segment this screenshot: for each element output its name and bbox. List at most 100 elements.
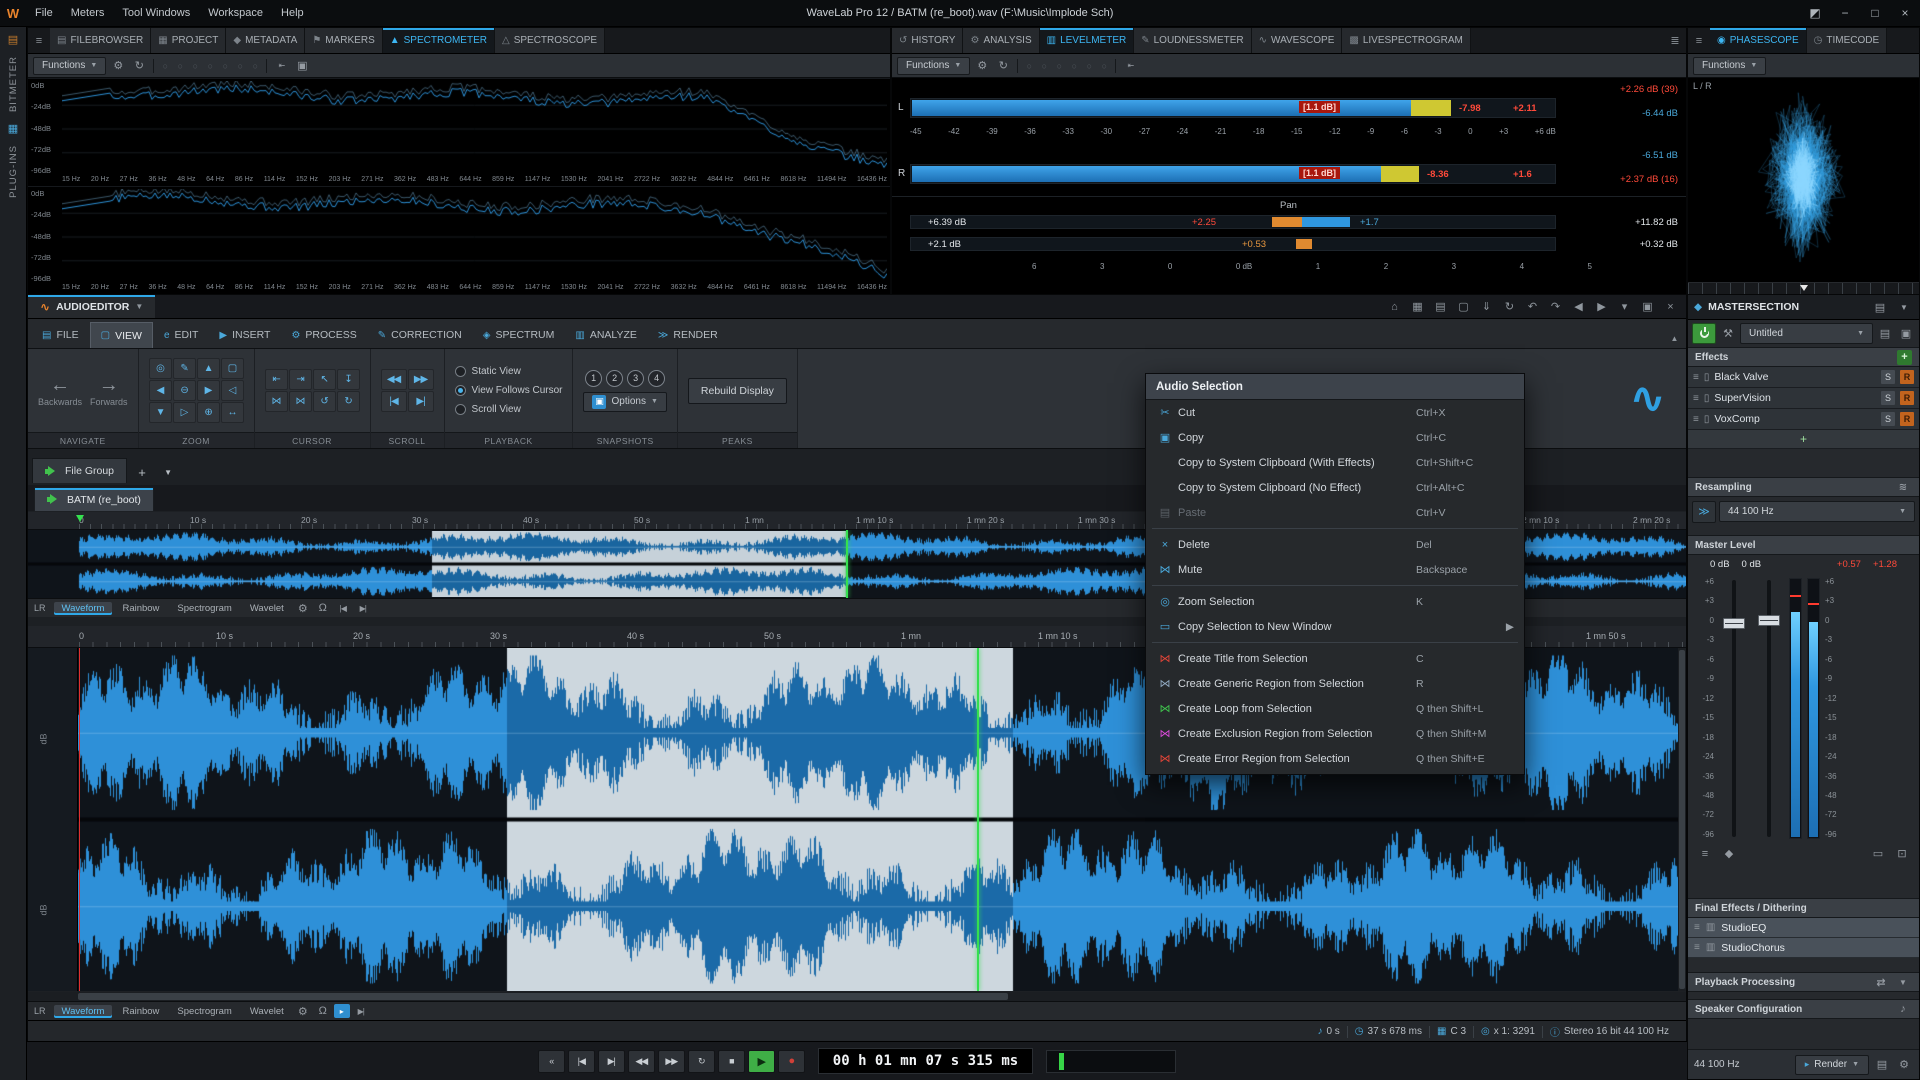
- triangle-down-icon[interactable]: ▼: [149, 402, 172, 423]
- menu-item-cut[interactable]: ✂CutCtrl+X: [1146, 400, 1524, 425]
- insert-icon[interactable]: ⇄: [1872, 973, 1890, 991]
- rebuild-display-button[interactable]: Rebuild Display: [688, 378, 787, 404]
- speaker-icon[interactable]: ♪: [1894, 1000, 1912, 1018]
- tab-view[interactable]: ▢VIEW: [90, 322, 153, 348]
- resample-icon[interactable]: ≋: [1894, 478, 1912, 496]
- file-position-indicator[interactable]: [1046, 1050, 1176, 1073]
- menu-icon[interactable]: ≡: [1696, 845, 1714, 863]
- tab-phasescope[interactable]: ◉PHASESCOPE: [1710, 28, 1807, 53]
- close-icon[interactable]: ×: [1890, 0, 1920, 26]
- menu-item-create-title-from-selection[interactable]: ⋈Create Title from SelectionC: [1146, 646, 1524, 671]
- refresh-icon[interactable]: ↻: [994, 57, 1012, 75]
- undo-icon[interactable]: ↶: [1521, 297, 1544, 317]
- menu-item-copy-to-system-clipboard-no-effect[interactable]: Copy to System Clipboard (No Effect)Ctrl…: [1146, 475, 1524, 500]
- fader-handle[interactable]: [1723, 618, 1745, 629]
- save-icon[interactable]: ⇓: [1475, 297, 1498, 317]
- go-end-button[interactable]: ▶|: [598, 1050, 625, 1073]
- nav-forward-icon[interactable]: ▶: [1590, 297, 1613, 317]
- tab-analysis[interactable]: ⚙ANALYSIS: [963, 28, 1039, 53]
- rewind-button[interactable]: ◀◀: [628, 1050, 655, 1073]
- forwards-button[interactable]: → Forwards: [90, 375, 128, 407]
- monitor-icon[interactable]: ▭: [1869, 845, 1887, 863]
- meter-option-icon[interactable]: ○: [1053, 61, 1065, 71]
- horizontal-scrollbar[interactable]: [28, 992, 1686, 1001]
- triangle-left-icon[interactable]: ◁: [221, 380, 244, 401]
- loop-ccw-icon[interactable]: ↺: [313, 391, 336, 412]
- bypass-button[interactable]: R: [1900, 391, 1914, 405]
- bowtie-icon[interactable]: ⋈: [265, 391, 288, 412]
- meter-option-icon[interactable]: ○: [189, 61, 201, 71]
- record-button[interactable]: ●: [778, 1050, 805, 1073]
- bypass-button[interactable]: R: [1900, 412, 1914, 426]
- menu-item-create-exclusion-region-from-selection[interactable]: ⋈Create Exclusion Region from SelectionQ…: [1146, 721, 1524, 746]
- final-effect-slot-studioeq[interactable]: ≡▥StudioEQ: [1688, 918, 1919, 938]
- tab-file[interactable]: ▤FILE: [32, 322, 89, 348]
- menu-item-copy-to-system-clipboard-with-effects[interactable]: Copy to System Clipboard (With Effects)C…: [1146, 450, 1524, 475]
- menu-file[interactable]: File: [26, 0, 62, 26]
- tab-markers[interactable]: ⚑MARKERS: [305, 28, 382, 53]
- vertical-scrollbar[interactable]: [1678, 648, 1686, 991]
- layout-icon[interactable]: ▤: [1871, 298, 1889, 316]
- wrench-icon[interactable]: ⚒: [1719, 325, 1737, 343]
- menu-item-copy[interactable]: ▣CopyCtrl+C: [1146, 425, 1524, 450]
- radio-scroll-view[interactable]: Scroll View: [455, 402, 563, 417]
- tab-analyze[interactable]: ▥ANALYZE: [565, 322, 647, 348]
- tab-render[interactable]: ≫RENDER: [648, 322, 728, 348]
- skip-end-icon[interactable]: ▶|: [352, 1002, 370, 1020]
- step-back-icon[interactable]: ⇤: [265, 369, 288, 390]
- bypass-button[interactable]: R: [1900, 370, 1914, 384]
- snapshot-1-button[interactable]: 1: [585, 370, 602, 387]
- solo-button[interactable]: S: [1881, 391, 1895, 405]
- meter-option-icon[interactable]: ○: [1083, 61, 1095, 71]
- loop-button[interactable]: ↻: [688, 1050, 715, 1073]
- maximize-icon[interactable]: □: [1860, 0, 1890, 26]
- effect-slot-voxcomp[interactable]: ≡▯VoxCompSR: [1688, 409, 1919, 430]
- cursor-icon[interactable]: ↖: [313, 369, 336, 390]
- tab-filebrowser[interactable]: ▤FILEBROWSER: [50, 28, 151, 53]
- menu-item-create-error-region-from-selection[interactable]: ⋈Create Error Region from SelectionQ the…: [1146, 746, 1524, 771]
- magnifier-minus-icon[interactable]: ⊖: [173, 380, 196, 401]
- master-fader-right[interactable]: [1754, 578, 1784, 839]
- radio-view-follows-cursor[interactable]: View Follows Cursor: [455, 383, 563, 398]
- playback-start-marker[interactable]: [76, 515, 84, 522]
- collapse-ribbon-icon[interactable]: ▲: [1663, 328, 1686, 348]
- expand-icon[interactable]: ↔: [221, 402, 244, 423]
- float-panel-icon[interactable]: ▣: [1636, 297, 1659, 317]
- view-tab-waveform[interactable]: Waveform: [54, 1005, 113, 1018]
- skip-end-icon[interactable]: ▶|: [408, 391, 434, 412]
- layout-grid-icon[interactable]: ▦: [1406, 297, 1429, 317]
- panel-menu-icon[interactable]: ≡: [28, 28, 50, 53]
- tab-audioeditor[interactable]: ∿ AUDIOEDITOR ▼: [28, 295, 155, 318]
- folder-icon[interactable]: ▤: [8, 33, 18, 46]
- pencil-icon[interactable]: ✎: [173, 358, 196, 379]
- final-effect-slot-studiochorus[interactable]: ≡▥StudioChorus: [1688, 938, 1919, 958]
- chevron-down-icon[interactable]: ▼: [157, 461, 179, 483]
- tab-correction[interactable]: ✎CORRECTION: [368, 322, 472, 348]
- tab-spectrometer[interactable]: ▲SPECTROMETER: [383, 28, 495, 53]
- magnet-icon[interactable]: Ω: [314, 1002, 332, 1020]
- tab-metadata[interactable]: ◆METADATA: [226, 28, 305, 53]
- triangle-up-icon[interactable]: ▲: [197, 358, 220, 379]
- monitor-file-icon[interactable]: ▤: [1873, 1056, 1891, 1074]
- render-button[interactable]: ▸ Render ▼: [1795, 1055, 1869, 1075]
- skip-end-icon[interactable]: ▶|: [354, 599, 372, 617]
- meter-option-icon[interactable]: ○: [204, 61, 216, 71]
- document-tab-batm[interactable]: BATM (re_boot): [34, 487, 154, 511]
- panel-menu-icon[interactable]: ≣: [1664, 28, 1686, 53]
- tab-timecode[interactable]: ◷TIMECODE: [1807, 28, 1888, 53]
- chevron-down-icon[interactable]: ▼: [1895, 298, 1913, 316]
- arrow-left-icon[interactable]: ◀: [149, 380, 172, 401]
- meter-option-icon[interactable]: ○: [249, 61, 261, 71]
- tab-process[interactable]: ⚙PROCESS: [281, 322, 366, 348]
- menu-meters[interactable]: Meters: [62, 0, 114, 26]
- tab-levelmeter[interactable]: ▥LEVELMETER: [1040, 28, 1135, 53]
- tab-livespectrogram[interactable]: ▩LIVESPECTROGRAM: [1342, 28, 1470, 53]
- go-start-button[interactable]: |◀: [568, 1050, 595, 1073]
- nav-back-icon[interactable]: ◀: [1567, 297, 1590, 317]
- new-file-icon[interactable]: ▤: [1429, 297, 1452, 317]
- minimize-icon[interactable]: −: [1830, 0, 1860, 26]
- scrollbar-thumb[interactable]: [1679, 650, 1685, 989]
- marker-down-icon[interactable]: ↧: [337, 369, 360, 390]
- meter-option-icon[interactable]: ○: [1098, 61, 1110, 71]
- play-button[interactable]: ▶: [748, 1050, 775, 1073]
